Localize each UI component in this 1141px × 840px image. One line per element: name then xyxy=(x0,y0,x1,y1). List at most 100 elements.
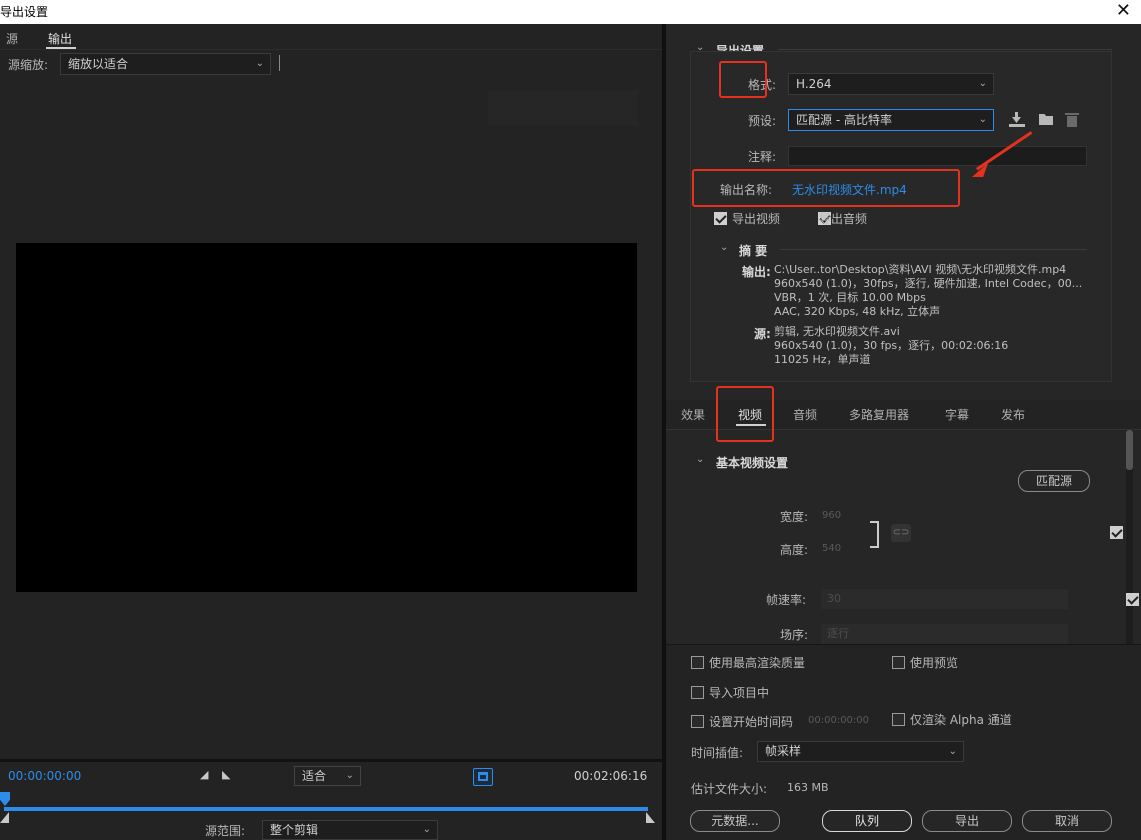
comment-input[interactable] xyxy=(788,146,1087,166)
interp-select[interactable]: 帧采样 ⌄ xyxy=(757,741,964,762)
chevron-down-icon: ⌄ xyxy=(948,746,957,757)
export-options: 使用最高渲染质量 使用预览 导入项目中 设置开始时间码 00:00:00:00 … xyxy=(666,644,1141,840)
range-start-handle-icon[interactable] xyxy=(0,812,9,823)
summary-source-line: 剪辑, 无水印视频文件.avi xyxy=(774,325,900,338)
import-preset-icon[interactable] xyxy=(1037,112,1055,127)
filesize-label: 估计文件大小: xyxy=(691,782,768,796)
summary-output-line: VBR，1 次, 目标 10.00 Mbps xyxy=(774,291,926,304)
toolbar-separator xyxy=(279,55,280,71)
basic-video-title: 基本视频设置 xyxy=(716,456,789,470)
section-rule xyxy=(778,49,1112,50)
match-size-checkbox[interactable] xyxy=(1109,526,1123,539)
tab-output[interactable]: 输出 xyxy=(48,30,72,47)
summary-source-label: 源: xyxy=(754,327,771,341)
output-name-label: 输出名称: xyxy=(720,183,773,197)
collapse-summary-icon[interactable]: ⌄ xyxy=(720,242,728,253)
use-preview-label: 使用预览 xyxy=(910,656,959,670)
interp-value: 帧采样 xyxy=(765,744,802,758)
source-zoom-label: 源缩放: xyxy=(8,58,49,72)
max-quality-label: 使用最高渲染质量 xyxy=(709,656,806,670)
tab-effects[interactable]: 效果 xyxy=(681,406,705,423)
width-value[interactable]: 960 xyxy=(822,510,841,521)
summary-source-line: 11025 Hz，单声道 xyxy=(774,353,871,366)
summary-output: C:\User..tor\Desktop\资料\AVI 视频\无水印视频文件.m… xyxy=(774,263,1082,319)
highlight-format xyxy=(719,61,767,98)
summary-output-label: 输出: xyxy=(742,265,771,279)
summary-output-line: AAC, 320 Kbps, 48 kHz, 立体声 xyxy=(774,305,941,318)
format-value: H.264 xyxy=(796,77,832,91)
set-timecode-label: 设置开始时间码 xyxy=(709,715,794,729)
interp-label: 时间插值: xyxy=(691,746,744,760)
source-zoom-value: 缩放以适合 xyxy=(68,57,129,71)
range-end-handle-icon[interactable] xyxy=(646,812,655,823)
preset-select[interactable]: 匹配源 - 高比特率 ⌄ xyxy=(788,109,994,131)
mark-out-icon[interactable]: ◣ xyxy=(222,768,230,781)
collapse-basic-video-icon[interactable]: ⌄ xyxy=(696,454,704,465)
tab-multiplexer[interactable]: 多路复用器 xyxy=(849,406,909,423)
timecode-value[interactable]: 00:00:00:00 xyxy=(808,715,869,726)
format-select[interactable]: H.264 ⌄ xyxy=(788,73,994,95)
cancel-button[interactable]: 取消 xyxy=(1022,810,1112,832)
video-preview xyxy=(16,243,637,592)
summary-output-line: 960x540 (1.0)，30fps，逐行, 硬件加速, Intel Code… xyxy=(774,277,1083,290)
fps-select[interactable]: 30 xyxy=(821,589,1068,609)
tab-audio[interactable]: 音频 xyxy=(793,406,817,423)
preset-label: 预设: xyxy=(748,114,777,128)
close-icon[interactable]: ✕ xyxy=(1116,0,1131,21)
tab-publish[interactable]: 发布 xyxy=(1001,406,1025,423)
use-preview-checkbox[interactable] xyxy=(892,656,905,669)
match-source-button[interactable]: 匹配源 xyxy=(1018,470,1090,492)
timeline-scrubber[interactable] xyxy=(4,807,648,811)
overlay-strip xyxy=(488,90,638,126)
tab-source[interactable]: 源 xyxy=(6,30,18,47)
export-video-checkbox[interactable] xyxy=(714,212,727,225)
window-title: 导出设置 xyxy=(0,5,49,19)
fps-label: 帧速率: xyxy=(766,593,807,607)
scrollbar-thumb[interactable] xyxy=(1126,430,1133,470)
settings-panel: ⌄ 导出设置 格式: H.264 ⌄ 预设: 匹配源 - 高比特率 ⌄ 注释: … xyxy=(666,24,1141,840)
export-video-label: 导出视频 xyxy=(732,212,781,226)
max-quality-checkbox[interactable] xyxy=(691,656,704,669)
current-time[interactable]: 00:00:00:00 xyxy=(8,769,81,783)
preview-panel: 源 输出 源缩放: 缩放以适合 ⌄ 00:00:00:00 ◢ ◣ 适合 ⌄ 0… xyxy=(0,24,662,840)
metadata-button[interactable]: 元数据... xyxy=(690,810,780,832)
summary-source: 剪辑, 无水印视频文件.avi 960x540 (1.0)，30 fps，逐行，… xyxy=(774,325,1008,367)
scrollbar-track[interactable] xyxy=(1126,430,1133,644)
export-audio-label: 导出音频 xyxy=(819,212,868,226)
export-button[interactable]: 导出 xyxy=(922,810,1012,832)
mark-in-icon[interactable]: ◢ xyxy=(200,768,208,781)
summary-rule xyxy=(780,249,1087,250)
field-order-label: 场序: xyxy=(780,628,809,642)
chevron-down-icon: ⌄ xyxy=(255,58,264,69)
chevron-down-icon: ⌄ xyxy=(978,78,987,89)
highlight-video-tab xyxy=(716,386,774,442)
source-range-select[interactable]: 整个剪辑 ⌄ xyxy=(262,820,438,840)
playhead-icon[interactable] xyxy=(0,792,10,806)
set-range-icon[interactable] xyxy=(473,768,493,786)
save-preset-icon[interactable] xyxy=(1009,112,1025,128)
title-bar: 导出设置 ✕ xyxy=(0,0,1141,24)
output-name-link[interactable]: 无水印视频文件.mp4 xyxy=(792,181,907,198)
delete-preset-icon[interactable] xyxy=(1065,111,1079,128)
fit-select[interactable]: 适合 ⌄ xyxy=(294,766,361,786)
link-icon[interactable]: ⊂⊃ xyxy=(891,524,911,542)
field-order-value: 逐行 xyxy=(827,627,849,640)
summary-output-line: C:\User..tor\Desktop\资料\AVI 视频\无水印视频文件.m… xyxy=(774,263,1067,276)
tab-captions[interactable]: 字幕 xyxy=(945,406,969,423)
alpha-only-checkbox[interactable] xyxy=(892,713,905,726)
chevron-down-icon: ⌄ xyxy=(345,770,354,781)
match-fps-checkbox[interactable] xyxy=(1126,593,1140,606)
queue-button[interactable]: 队列 xyxy=(822,810,912,832)
field-order-select[interactable]: 逐行 xyxy=(821,624,1068,644)
tab-output-underline xyxy=(46,47,76,49)
import-project-checkbox[interactable] xyxy=(691,686,704,699)
chevron-down-icon: ⌄ xyxy=(978,114,987,125)
height-label: 高度: xyxy=(780,543,809,557)
filesize-value: 163 MB xyxy=(787,781,829,794)
source-zoom-select[interactable]: 缩放以适合 ⌄ xyxy=(60,53,271,75)
summary-title: 摘 要 xyxy=(739,244,768,258)
import-project-label: 导入项目中 xyxy=(709,686,770,700)
fps-value: 30 xyxy=(827,592,841,605)
set-timecode-checkbox[interactable] xyxy=(691,715,704,728)
height-value[interactable]: 540 xyxy=(822,543,841,554)
